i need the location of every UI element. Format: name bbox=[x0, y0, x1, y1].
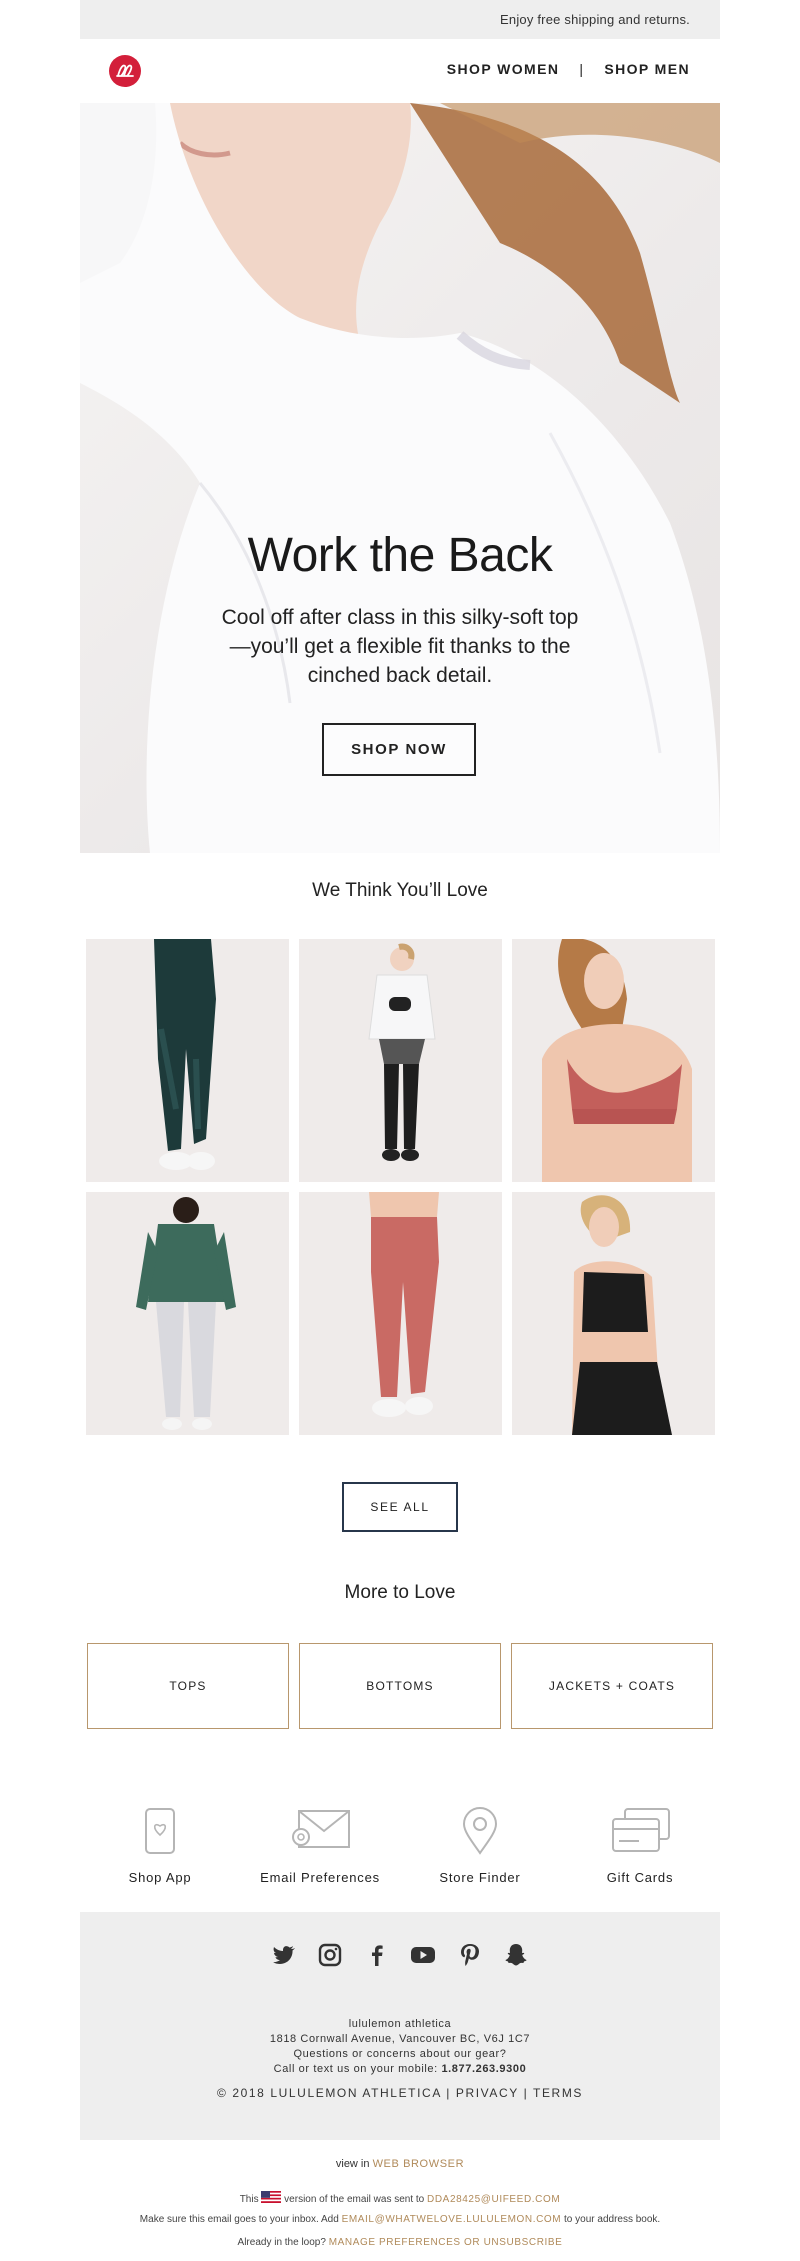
product-image bbox=[86, 939, 289, 1182]
phone-number[interactable]: 1.877.263.9300 bbox=[441, 2063, 526, 2075]
manage-preferences-link[interactable]: MANAGE PREFERENCES OR UNSUBSCRIBE bbox=[329, 2237, 563, 2248]
inbox-suffix: to your address book. bbox=[564, 2214, 661, 2225]
privacy-link[interactable]: PRIVACY bbox=[456, 2086, 519, 2100]
product-image bbox=[299, 1192, 502, 1435]
sender-email-link[interactable]: EMAIL@WHATWELOVE.LULULEMON.COM bbox=[342, 2214, 562, 2225]
gift-card-icon bbox=[612, 1808, 670, 1852]
product-tile-sports-bra-coral[interactable] bbox=[512, 939, 715, 1182]
category-bottoms-button[interactable]: BOTTOMS bbox=[299, 1643, 501, 1729]
see-all-button[interactable]: SEE ALL bbox=[342, 1482, 458, 1532]
instagram-icon[interactable] bbox=[317, 1942, 343, 1968]
footer: lululemon athletica 1818 Cornwall Avenue… bbox=[80, 1912, 720, 2140]
nav-separator: | bbox=[579, 61, 585, 77]
lululemon-logo-icon[interactable] bbox=[109, 55, 141, 87]
gift-cards-link[interactable]: Gift Cards bbox=[565, 1805, 715, 1885]
shop-men-link[interactable]: SHOP MEN bbox=[604, 61, 690, 77]
loop-prefix: Already in the loop? bbox=[237, 2237, 326, 2248]
main-nav: SHOP WOMEN | SHOP MEN bbox=[447, 61, 690, 77]
recipient-email-link[interactable]: DDA28425@UIFEED.COM bbox=[427, 2194, 560, 2205]
shop-now-button[interactable]: SHOP NOW bbox=[322, 723, 476, 776]
contact-line: Call or text us on your mobile: 1.877.26… bbox=[80, 2062, 720, 2077]
shop-app-label: Shop App bbox=[128, 1870, 192, 1885]
product-image bbox=[299, 939, 502, 1182]
product-tile-leggings-green[interactable] bbox=[86, 939, 289, 1182]
product-tile-pink-leggings[interactable] bbox=[299, 1192, 502, 1435]
map-pin-icon bbox=[462, 1807, 498, 1855]
this-text: This bbox=[239, 2194, 259, 2205]
pinterest-icon[interactable] bbox=[457, 1942, 483, 1968]
web-browser-link[interactable]: WEB BROWSER bbox=[373, 2158, 465, 2170]
facebook-icon[interactable] bbox=[364, 1942, 390, 1968]
store-finder-link[interactable]: Store Finder bbox=[405, 1805, 555, 1885]
company-name: lululemon athletica bbox=[348, 2018, 452, 2030]
address-book-line: Make sure this email goes to your inbox.… bbox=[80, 2214, 720, 2225]
company-address: lululemon athletica 1818 Cornwall Avenue… bbox=[80, 2017, 720, 2077]
hero-banner[interactable]: Work the Back Cool off after class in th… bbox=[80, 103, 720, 853]
twitter-icon[interactable] bbox=[271, 1942, 297, 1968]
shipping-banner: Enjoy free shipping and returns. bbox=[80, 0, 720, 39]
street-address: 1818 Cornwall Avenue, Vancouver BC, V6J … bbox=[269, 2033, 531, 2045]
preferences-line: Already in the loop? MANAGE PREFERENCES … bbox=[80, 2237, 720, 2248]
shop-app-link[interactable]: Shop App bbox=[85, 1805, 235, 1885]
call-prefix: Call or text us on your mobile: bbox=[273, 2063, 442, 2075]
store-finder-label: Store Finder bbox=[439, 1870, 521, 1885]
shipping-banner-text: Enjoy free shipping and returns. bbox=[500, 12, 690, 27]
phone-icon bbox=[145, 1808, 175, 1854]
questions-text: Questions or concerns about our gear? bbox=[293, 2048, 507, 2060]
us-flag-icon bbox=[261, 2191, 282, 2203]
product-image bbox=[86, 1192, 289, 1435]
product-tile-black-bra[interactable] bbox=[512, 1192, 715, 1435]
email-settings-icon bbox=[292, 1810, 350, 1848]
version-text: version of the email was sent to bbox=[284, 2194, 425, 2205]
email-preferences-label: Email Preferences bbox=[260, 1870, 380, 1885]
hero-description: Cool off after class in this silky-soft … bbox=[221, 606, 579, 687]
social-links bbox=[80, 1942, 720, 1968]
email-preferences-link[interactable]: Email Preferences bbox=[245, 1805, 395, 1885]
category-jackets-coats-button[interactable]: JACKETS + COATS bbox=[511, 1643, 713, 1729]
recommend-heading: We Think You’ll Love bbox=[312, 880, 488, 901]
view-prefix: view in bbox=[335, 2158, 373, 2170]
divider: | bbox=[523, 2086, 529, 2100]
product-tile-belt-bag[interactable] bbox=[299, 939, 502, 1182]
category-tops-button[interactable]: TOPS bbox=[87, 1643, 289, 1729]
sent-to-line: This version of the email was sent to DD… bbox=[80, 2191, 720, 2205]
copyright-line: © 2018 LULULEMON ATHLETICA | PRIVACY | T… bbox=[80, 2086, 720, 2100]
more-to-love-heading: More to Love bbox=[344, 1582, 456, 1603]
snapchat-icon[interactable] bbox=[503, 1942, 529, 1968]
gift-cards-label: Gift Cards bbox=[606, 1870, 674, 1885]
product-image bbox=[512, 939, 715, 1182]
product-tile-green-pullover[interactable] bbox=[86, 1192, 289, 1435]
copyright-text: © 2018 LULULEMON ATHLETICA bbox=[216, 2086, 442, 2100]
divider: | bbox=[446, 2086, 451, 2100]
header: SHOP WOMEN | SHOP MEN bbox=[80, 39, 720, 103]
hero-title: Work the Back bbox=[247, 529, 553, 582]
inbox-prefix: Make sure this email goes to your inbox.… bbox=[139, 2214, 339, 2225]
web-view-line: view in WEB BROWSER bbox=[80, 2158, 720, 2170]
product-image bbox=[512, 1192, 715, 1435]
terms-link[interactable]: TERMS bbox=[533, 2086, 583, 2100]
shop-women-link[interactable]: SHOP WOMEN bbox=[447, 61, 560, 77]
youtube-icon[interactable] bbox=[410, 1942, 436, 1968]
